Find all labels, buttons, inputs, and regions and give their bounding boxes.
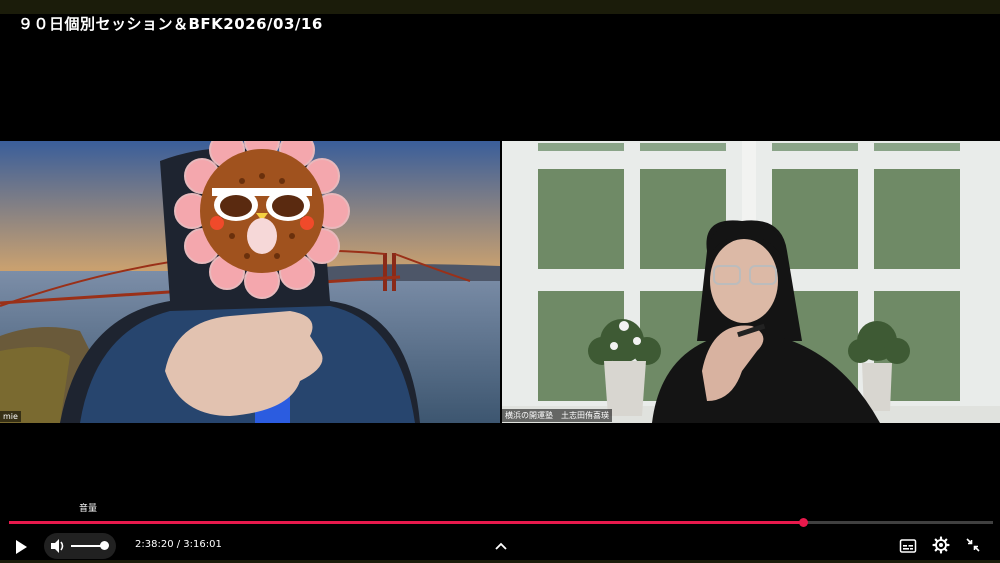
participant-video-right [502, 141, 1000, 423]
captions-icon [899, 539, 917, 553]
gear-icon [932, 536, 950, 554]
flower-mask-sticker [174, 141, 350, 299]
time-display: 2:38:20 / 3:16:01 [135, 539, 222, 550]
volume-slider-knob[interactable] [100, 541, 109, 550]
participant-name-right: 横浜の開運塾 土志田侑喜瑛 [502, 409, 612, 422]
seek-bar-played [9, 521, 804, 524]
participant-tile-left: mie [0, 141, 500, 423]
volume-icon[interactable] [49, 537, 67, 555]
video-title: ９０日個別セッション＆BFK2026/03/16 [18, 15, 323, 33]
duration: 3:16:01 [183, 539, 222, 550]
play-button[interactable] [10, 536, 32, 558]
volume-control[interactable] [44, 533, 116, 559]
seek-bar[interactable] [9, 518, 993, 527]
current-time: 2:38:20 [135, 539, 174, 550]
video-area[interactable]: mie 横浜の開運塾 土志田侑喜瑛 [0, 141, 1000, 423]
seek-bar-thumb[interactable] [799, 518, 809, 527]
captions-button[interactable] [898, 536, 918, 556]
volume-tooltip: 音量 [79, 504, 98, 514]
top-strip [0, 0, 1000, 14]
participant-tile-right: 横浜の開運塾 土志田侑喜瑛 [502, 141, 1000, 423]
time-separator: / [173, 539, 184, 550]
volume-slider-track[interactable] [71, 545, 103, 547]
player-controls: 2:38:20 / 3:16:01 [0, 530, 1000, 560]
settings-button[interactable] [931, 535, 951, 555]
play-icon [16, 540, 27, 554]
exit-fullscreen-icon [966, 538, 980, 552]
expand-button[interactable] [492, 537, 510, 555]
participant-name-left: mie [0, 411, 21, 422]
exit-fullscreen-button[interactable] [964, 536, 982, 554]
chevron-up-icon [495, 542, 507, 550]
